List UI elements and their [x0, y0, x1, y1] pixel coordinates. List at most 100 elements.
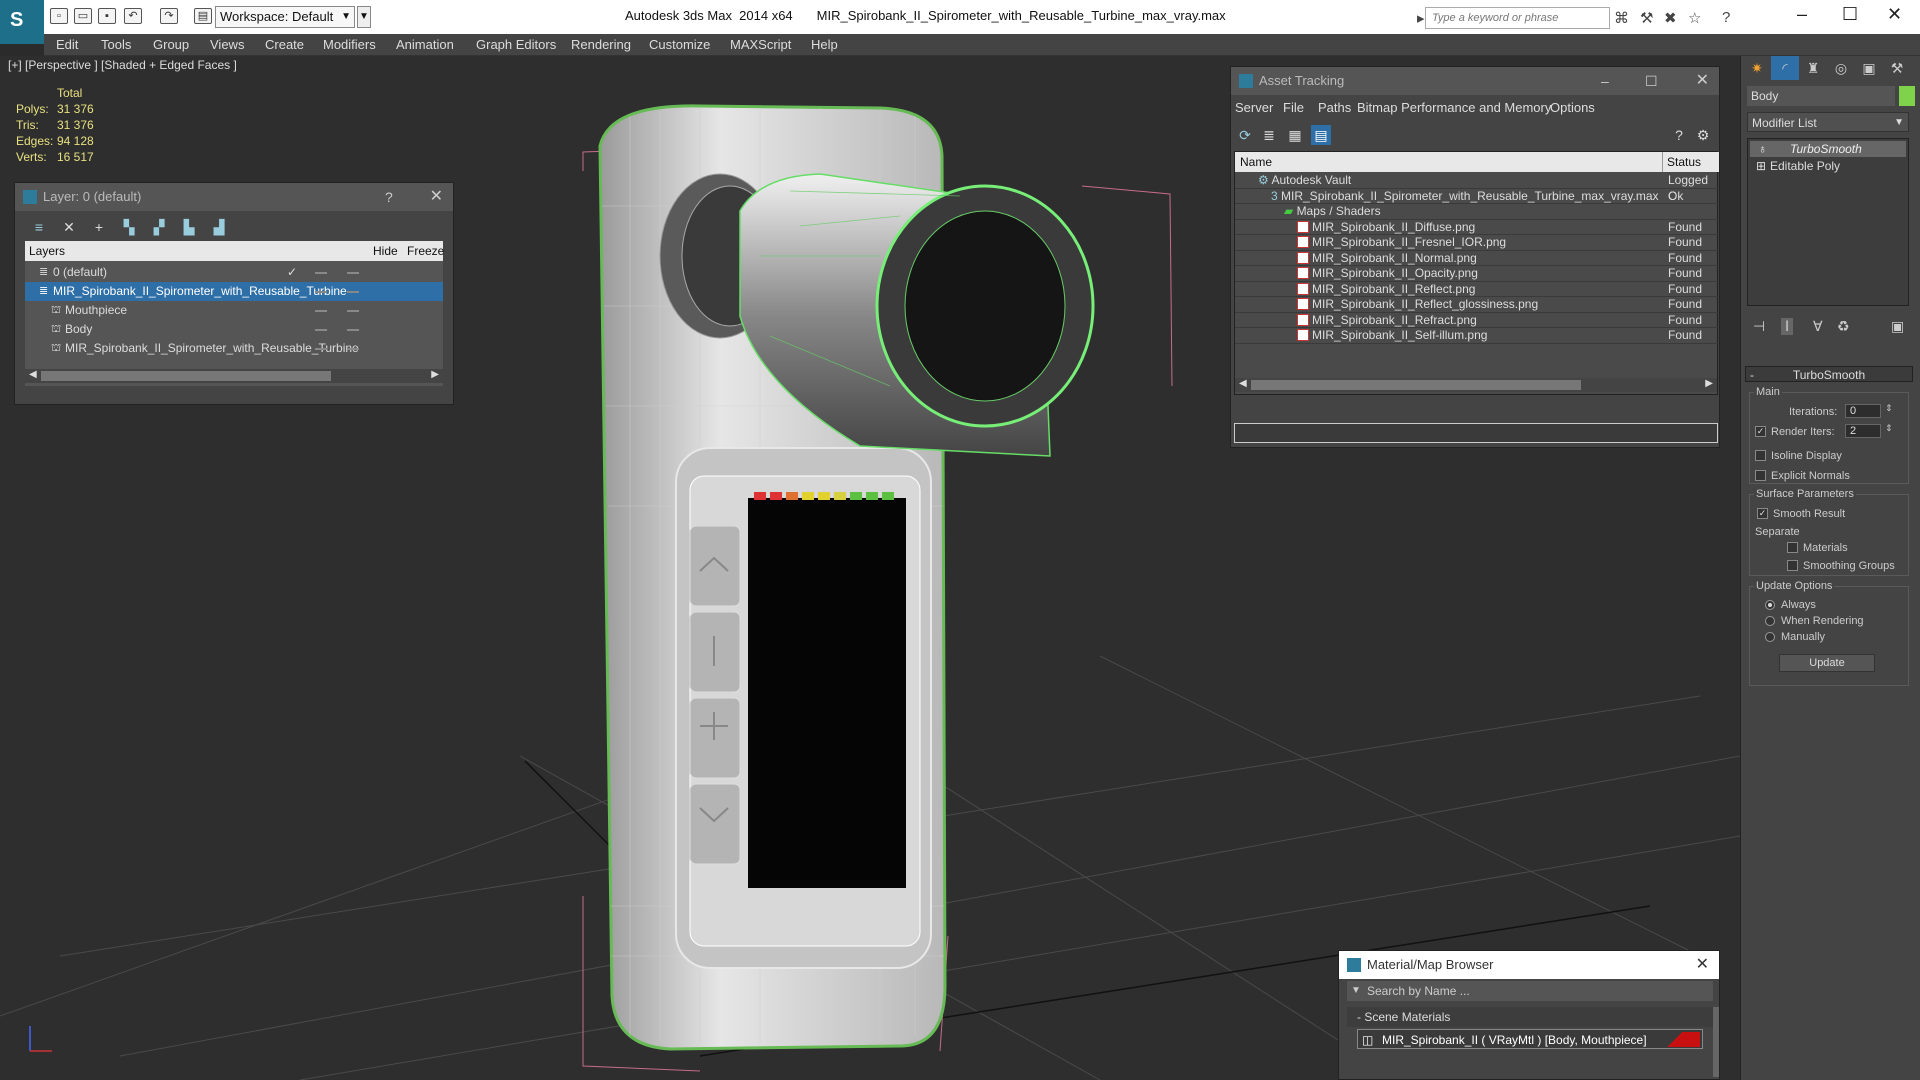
- separate-materials-checkbox[interactable]: [1787, 542, 1798, 553]
- menu-create[interactable]: Create: [265, 37, 304, 52]
- communication-center-icon[interactable]: ✖: [1664, 9, 1677, 27]
- asset-minimize-icon[interactable]: –: [1601, 67, 1609, 95]
- app-menu-button[interactable]: S: [0, 0, 44, 44]
- remove-modifier-icon[interactable]: ♻: [1837, 318, 1850, 335]
- scroll-right-icon[interactable]: ▶: [1705, 378, 1713, 389]
- add-to-layer-icon[interactable]: +: [89, 217, 109, 237]
- layer-close-button[interactable]: ✕: [430, 183, 443, 211]
- explicit-normals-checkbox[interactable]: [1755, 470, 1766, 481]
- material-search-input[interactable]: ▼ Search by Name ...: [1347, 981, 1713, 1001]
- layer-row[interactable]: ⛫ MIR_Spirobank_II_Spirometer_with_Reusab…: [25, 339, 443, 358]
- asset-settings-icon[interactable]: ⚙: [1693, 125, 1713, 145]
- asset-menu-options[interactable]: Options: [1550, 100, 1595, 115]
- hide-toggle[interactable]: [315, 348, 327, 350]
- stack-item-turbosmooth[interactable]: ♁ TurboSmooth: [1750, 141, 1906, 157]
- turbosmooth-rollout-title[interactable]: - TurboSmooth: [1745, 366, 1913, 382]
- asset-row[interactable]: MIR_Spirobank_II_Self-illum.png Found: [1235, 328, 1719, 344]
- layer-row[interactable]: ⛫ Mouthpiece: [25, 301, 443, 320]
- column-name[interactable]: Name: [1240, 155, 1272, 169]
- undo-icon[interactable]: ↶: [124, 8, 142, 24]
- expand-plus-icon[interactable]: ⊞: [1756, 158, 1766, 174]
- scene-materials-section[interactable]: - Scene Materials: [1347, 1007, 1713, 1027]
- asset-row[interactable]: MIR_Spirobank_II_Opacity.png Found: [1235, 266, 1719, 282]
- freeze-toggle[interactable]: [347, 310, 359, 312]
- modifier-list-dropdown[interactable]: Modifier List ▼: [1747, 112, 1909, 132]
- menu-graph-editors[interactable]: Graph Editors: [476, 37, 556, 52]
- layer-row[interactable]: ⛫ Body: [25, 320, 443, 339]
- object-name-field[interactable]: Body: [1747, 86, 1895, 106]
- create-layer-icon[interactable]: ≡: [29, 217, 49, 237]
- utilities-tab-icon[interactable]: ⚒: [1883, 56, 1911, 80]
- keyword-search-input[interactable]: Type a keyword or phrase: [1425, 7, 1610, 29]
- project-folder-icon[interactable]: ▤: [194, 8, 212, 24]
- maximize-window-icon[interactable]: ☐: [1842, 4, 1858, 25]
- column-hide[interactable]: Hide: [373, 244, 398, 258]
- asset-row[interactable]: ▰ Maps / Shaders: [1235, 204, 1719, 220]
- menu-customize[interactable]: Customize: [649, 37, 710, 52]
- scroll-right-icon[interactable]: ▶: [431, 369, 439, 380]
- smoothing-groups-checkbox[interactable]: [1787, 560, 1798, 571]
- asset-row[interactable]: MIR_Spirobank_II_Refract.png Found: [1235, 313, 1719, 328]
- menu-modifiers[interactable]: Modifiers: [323, 37, 376, 52]
- material-browser-titlebar[interactable]: Material/Map Browser ✕: [1339, 951, 1719, 979]
- asset-row[interactable]: MIR_Spirobank_II_Diffuse.png Found: [1235, 220, 1719, 235]
- asset-hscrollbar[interactable]: ◀ ▶: [1235, 378, 1717, 392]
- highlight-layer-icon[interactable]: ▞: [149, 217, 169, 237]
- smooth-result-checkbox[interactable]: ✓: [1757, 508, 1768, 519]
- refresh-icon[interactable]: ⟳: [1235, 125, 1255, 145]
- workspace-menu-arrow[interactable]: ▼: [357, 6, 371, 28]
- list-view-icon[interactable]: ≣: [1259, 125, 1279, 145]
- menu-group[interactable]: Group: [153, 37, 189, 52]
- stack-item-editable-poly[interactable]: ⊞ Editable Poly: [1750, 158, 1906, 174]
- column-freeze[interactable]: Freeze: [407, 244, 444, 258]
- asset-path-field[interactable]: [1234, 423, 1718, 443]
- new-file-icon[interactable]: ▫: [50, 8, 68, 24]
- material-vscrollbar[interactable]: [1713, 1007, 1719, 1077]
- asset-menu-file[interactable]: File: [1283, 100, 1304, 115]
- search-expand-icon[interactable]: ▸: [1417, 9, 1425, 27]
- material-item[interactable]: ◫ MIR_Spirobank_II ( VRayMtl ) [Body, Mo…: [1357, 1029, 1703, 1049]
- menu-animation[interactable]: Animation: [396, 37, 454, 52]
- configure-sets-icon[interactable]: ▣: [1891, 318, 1904, 335]
- motion-tab-icon[interactable]: ◎: [1827, 56, 1855, 80]
- render-iters-spinner[interactable]: 2: [1845, 424, 1881, 438]
- minimize-window-icon[interactable]: –: [1797, 4, 1807, 25]
- freeze-toggle[interactable]: [347, 329, 359, 331]
- freeze-toggle[interactable]: [347, 272, 359, 274]
- current-layer-check[interactable]: ✓: [287, 263, 297, 282]
- display-tab-icon[interactable]: ▣: [1855, 56, 1883, 80]
- menu-help[interactable]: Help: [811, 37, 838, 52]
- hide-toggle[interactable]: [315, 272, 327, 274]
- help-icon[interactable]: ?: [1722, 9, 1730, 26]
- spinner-arrows-icon[interactable]: ⇕: [1885, 403, 1893, 414]
- make-unique-icon[interactable]: ∀: [1813, 318, 1823, 335]
- workspace-dropdown[interactable]: Workspace: Default ▼: [215, 6, 355, 28]
- menu-tools[interactable]: Tools: [101, 37, 131, 52]
- create-tab-icon[interactable]: ✷: [1743, 56, 1771, 80]
- isoline-display-checkbox[interactable]: [1755, 450, 1766, 461]
- binoculars-icon[interactable]: ⌘: [1614, 9, 1629, 27]
- freeze-all-layers-icon[interactable]: ▟: [209, 217, 229, 237]
- freeze-toggle[interactable]: [347, 348, 359, 350]
- hierarchy-tab-icon[interactable]: ♜: [1799, 56, 1827, 80]
- thumbnail-view-icon[interactable]: ▦: [1285, 125, 1305, 145]
- layer-help-button[interactable]: ?: [385, 183, 393, 211]
- show-end-result-icon[interactable]: Ⅰ: [1781, 318, 1794, 335]
- pin-stack-icon[interactable]: ⊣: [1753, 318, 1765, 335]
- redo-icon[interactable]: ↷: [160, 8, 178, 24]
- modify-tab-icon[interactable]: ◜: [1771, 56, 1799, 80]
- viewport-label[interactable]: [+] [Perspective ] [Shaded + Edged Faces…: [8, 58, 237, 72]
- table-view-icon[interactable]: ▤: [1311, 125, 1331, 145]
- menu-rendering[interactable]: Rendering: [571, 37, 631, 52]
- favorites-star-icon[interactable]: ☆: [1688, 9, 1701, 27]
- hide-toggle[interactable]: [315, 310, 327, 312]
- hide-toggle[interactable]: [315, 291, 327, 293]
- freeze-toggle[interactable]: [347, 291, 359, 293]
- asset-help-icon[interactable]: ?: [1669, 125, 1689, 145]
- menu-edit[interactable]: Edit: [56, 37, 78, 52]
- asset-row[interactable]: MIR_Spirobank_II_Fresnel_IOR.png Found: [1235, 235, 1719, 251]
- asset-menu-paths[interactable]: Paths: [1318, 100, 1351, 115]
- menu-maxscript[interactable]: MAXScript: [730, 37, 791, 52]
- object-color-swatch[interactable]: [1899, 86, 1915, 106]
- layer-panel-titlebar[interactable]: Layer: 0 (default) ? ✕: [15, 183, 453, 211]
